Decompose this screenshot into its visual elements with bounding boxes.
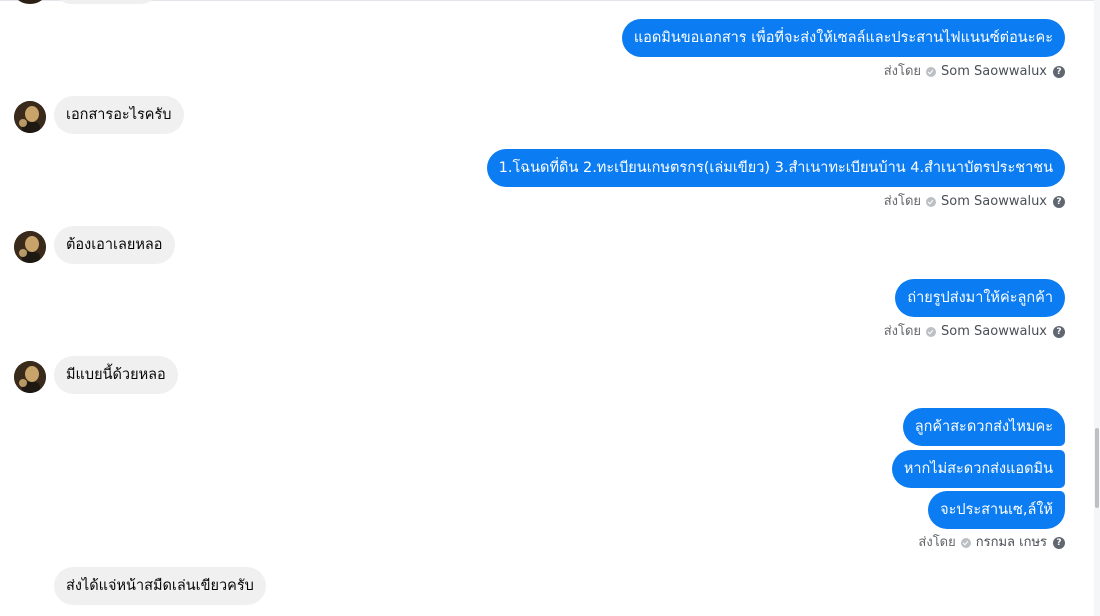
message-text: 1.โฉนดที่ดิน 2.ทะเบียนเกษตรกร(เล่มเขียว)… [498, 160, 1053, 176]
sent-by-label: ส่งโดย [918, 535, 956, 550]
avatar-photo [14, 231, 46, 263]
message-text: หากไม่สะดวกส่งแอดมิน [903, 461, 1053, 477]
check-circle-icon [960, 538, 971, 548]
check-circle-icon [926, 67, 937, 77]
scrollbar-thumb[interactable] [1095, 428, 1099, 508]
avatar-photo [14, 101, 46, 133]
sent-by-label: ส่งโดย [883, 64, 922, 79]
chat-thread: แอดมินขอเอกสาร เพื่อที่จะส่งให้เซลล์และป… [0, 0, 1100, 616]
outgoing-message-bubble[interactable]: หากไม่สะดวกส่งแอดมิน [891, 450, 1065, 488]
check-circle-icon [926, 327, 937, 337]
message-text: ถ่ายรูปส่งมาให้ค่ะลูกค้า [907, 290, 1053, 306]
scrollbar[interactable] [1094, 0, 1100, 616]
sent-by-info: ส่งโดย Som Saowwalux ? [884, 324, 1065, 340]
message-text: เอกสารอะไรครับ [66, 107, 172, 123]
incoming-message-bubble[interactable]: มีแบยนี้ด้วยหลอ [54, 356, 178, 394]
incoming-message-bubble[interactable]: เอกสารอะไรครับ [54, 96, 184, 134]
outgoing-message-bubble[interactable]: ถ่ายรูปส่งมาให้ค่ะลูกค้า [895, 279, 1065, 317]
sender-name: กรกมล เกษร [975, 535, 1047, 550]
outgoing-message-bubble[interactable]: 1.โฉนดที่ดิน 2.ทะเบียนเกษตรกร(เล่มเขียว)… [486, 149, 1065, 187]
message-text: จะประสานเซ,ล์ให้ [940, 502, 1053, 518]
outgoing-message-bubble[interactable]: จะประสานเซ,ล์ให้ [928, 491, 1065, 529]
sender-name: Som Saowwalux [941, 64, 1047, 79]
sent-by-label: ส่งโดย [883, 324, 922, 339]
incoming-message-bubble[interactable] [54, 0, 158, 4]
message-text: ต้องเอาเลยหลอ [66, 237, 163, 253]
sender-name: Som Saowwalux [941, 194, 1047, 209]
check-circle-icon [926, 197, 937, 207]
outgoing-message-bubble[interactable]: แอดมินขอเอกสาร เพื่อที่จะส่งให้เซลล์และป… [621, 19, 1065, 57]
help-icon[interactable]: ? [1053, 326, 1065, 338]
message-text: มีแบยนี้ด้วยหลอ [66, 367, 166, 383]
message-text: ส่งได้แจ่หน้าสมืดเล่นเขียวครับ [66, 578, 254, 594]
incoming-message-bubble[interactable]: ต้องเอาเลยหลอ [54, 226, 175, 264]
incoming-message-bubble[interactable]: ส่งได้แจ่หน้าสมืดเล่นเขียวครับ [54, 567, 266, 605]
customer-avatar[interactable] [14, 231, 46, 263]
message-text: แอดมินขอเอกสาร เพื่อที่จะส่งให้เซลล์และป… [633, 30, 1053, 46]
customer-avatar[interactable] [14, 361, 46, 393]
sent-by-info: ส่งโดย กรกมล เกษร ? [918, 535, 1065, 551]
sender-name: Som Saowwalux [941, 324, 1047, 339]
avatar-photo [14, 361, 46, 393]
sent-by-info: ส่งโดย Som Saowwalux ? [884, 64, 1065, 80]
help-icon[interactable]: ? [1053, 66, 1065, 78]
sent-by-info: ส่งโดย Som Saowwalux ? [884, 194, 1065, 210]
outgoing-message-bubble[interactable]: ลูกค้าสะดวกส่งไหมคะ [902, 408, 1065, 446]
message-text: ลูกค้าสะดวกส่งไหมคะ [914, 419, 1053, 435]
divider [0, 0, 1100, 1]
sent-by-label: ส่งโดย [883, 194, 922, 209]
customer-avatar[interactable] [14, 101, 46, 133]
help-icon[interactable]: ? [1053, 537, 1065, 549]
help-icon[interactable]: ? [1053, 196, 1065, 208]
